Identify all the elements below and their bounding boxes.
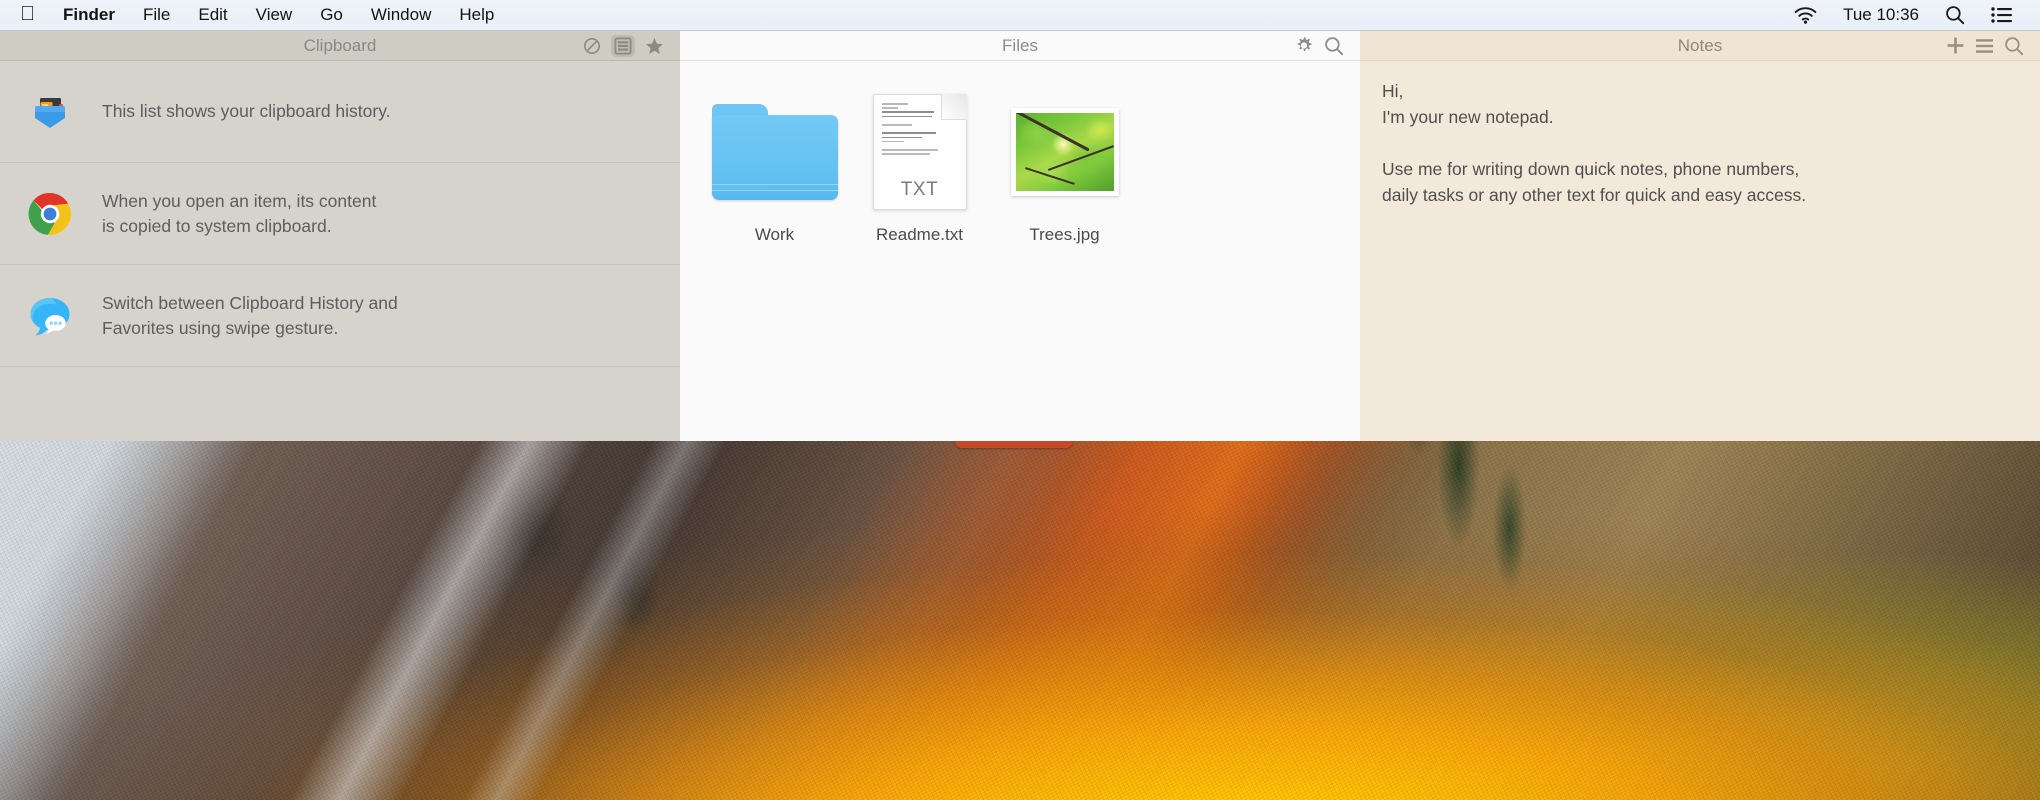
file-item-readme[interactable]: TXT Readme.txt: [847, 87, 992, 245]
txt-document-icon: TXT: [872, 93, 967, 211]
clipboard-panel: Clipboard This list shows your clipboard…: [0, 31, 680, 441]
wifi-icon[interactable]: [1781, 6, 1830, 24]
clear-history-icon[interactable]: [583, 37, 601, 55]
clipboard-panel-title: Clipboard: [303, 35, 377, 55]
notes-toolbar: [1946, 36, 2040, 56]
menu-bar-status-area: Tue 10:36: [1781, 5, 2040, 25]
photo-thumbnail-icon: [1010, 93, 1119, 211]
messages-icon: [24, 290, 76, 342]
list-item-label: Switch between Clipboard History and Fav…: [102, 292, 398, 338]
file-extension-label: TXT: [900, 179, 939, 200]
files-panel-header: Files: [680, 31, 1360, 61]
panels-row: Clipboard This list shows your clipboard…: [0, 31, 2040, 441]
list-item-label: This list shows your clipboard history.: [102, 101, 391, 122]
clipboard-panel-header: Clipboard: [0, 31, 680, 61]
list-item[interactable]: Switch between Clipboard History and Fav…: [0, 265, 680, 367]
clipboard-empty-row: [0, 367, 680, 441]
control-center-icon[interactable]: [1978, 7, 2026, 23]
search-icon[interactable]: [1932, 5, 1978, 25]
menu-bar-clock[interactable]: Tue 10:36: [1830, 5, 1932, 25]
note-list-icon[interactable]: [1975, 38, 1994, 54]
file-label: Work: [754, 225, 795, 244]
notes-content[interactable]: Hi, I'm your new notepad. Use me for wri…: [1360, 61, 2040, 441]
menu-item-go[interactable]: Go: [306, 5, 357, 25]
file-item-trees[interactable]: Trees.jpg: [992, 87, 1137, 245]
menu-item-view[interactable]: View: [242, 5, 307, 25]
list-item[interactable]: When you open an item, its content is co…: [0, 163, 680, 265]
files-toolbar: [1294, 36, 1360, 56]
notes-panel: Notes Hi, I'm your new notepad. Use me f…: [1360, 31, 2040, 441]
file-label: Readme.txt: [876, 225, 963, 244]
file-label: Trees.jpg: [1029, 225, 1100, 244]
list-item[interactable]: This list shows your clipboard history.: [0, 61, 680, 163]
gear-icon[interactable]: [1294, 36, 1314, 56]
history-list-icon[interactable]: [611, 34, 635, 57]
clipboard-toolbar: [583, 34, 680, 57]
file-item-work[interactable]: Work: [702, 87, 847, 245]
menu-bar:  Finder File Edit View Go Window Help: [0, 0, 2040, 31]
menu-item-edit[interactable]: Edit: [184, 5, 241, 25]
list-item-label: When you open an item, its content is co…: [102, 190, 377, 236]
files-panel: Files Work TXT Readme.txt Trees.jpg: [680, 31, 1360, 441]
clipboard-list[interactable]: This list shows your clipboard history.: [0, 61, 680, 441]
menu-item-window[interactable]: Window: [357, 5, 445, 25]
files-grid[interactable]: Work TXT Readme.txt Trees.jpg: [680, 61, 1360, 441]
menu-item-finder[interactable]: Finder: [49, 5, 129, 25]
pocket-wallet-icon: [24, 86, 76, 138]
chrome-icon: [24, 188, 76, 240]
desktop-screen:  Finder File Edit View Go Window Help: [0, 0, 2040, 800]
menu-item-file[interactable]: File: [129, 5, 184, 25]
files-panel-title: Files: [1002, 35, 1038, 55]
menu-item-help[interactable]: Help: [445, 5, 508, 25]
blue-folder-icon: [711, 93, 838, 211]
add-note-icon[interactable]: [1946, 36, 1965, 55]
notes-panel-title: Notes: [1677, 35, 1723, 55]
notes-panel-header: Notes: [1360, 31, 2040, 61]
menu-bar-left:  Finder File Edit View Go Window Help: [0, 4, 508, 27]
favorites-star-icon[interactable]: [645, 37, 664, 55]
apple-logo-icon[interactable]: : [18, 4, 49, 27]
search-icon[interactable]: [2004, 36, 2024, 56]
search-icon[interactable]: [1324, 36, 1344, 56]
